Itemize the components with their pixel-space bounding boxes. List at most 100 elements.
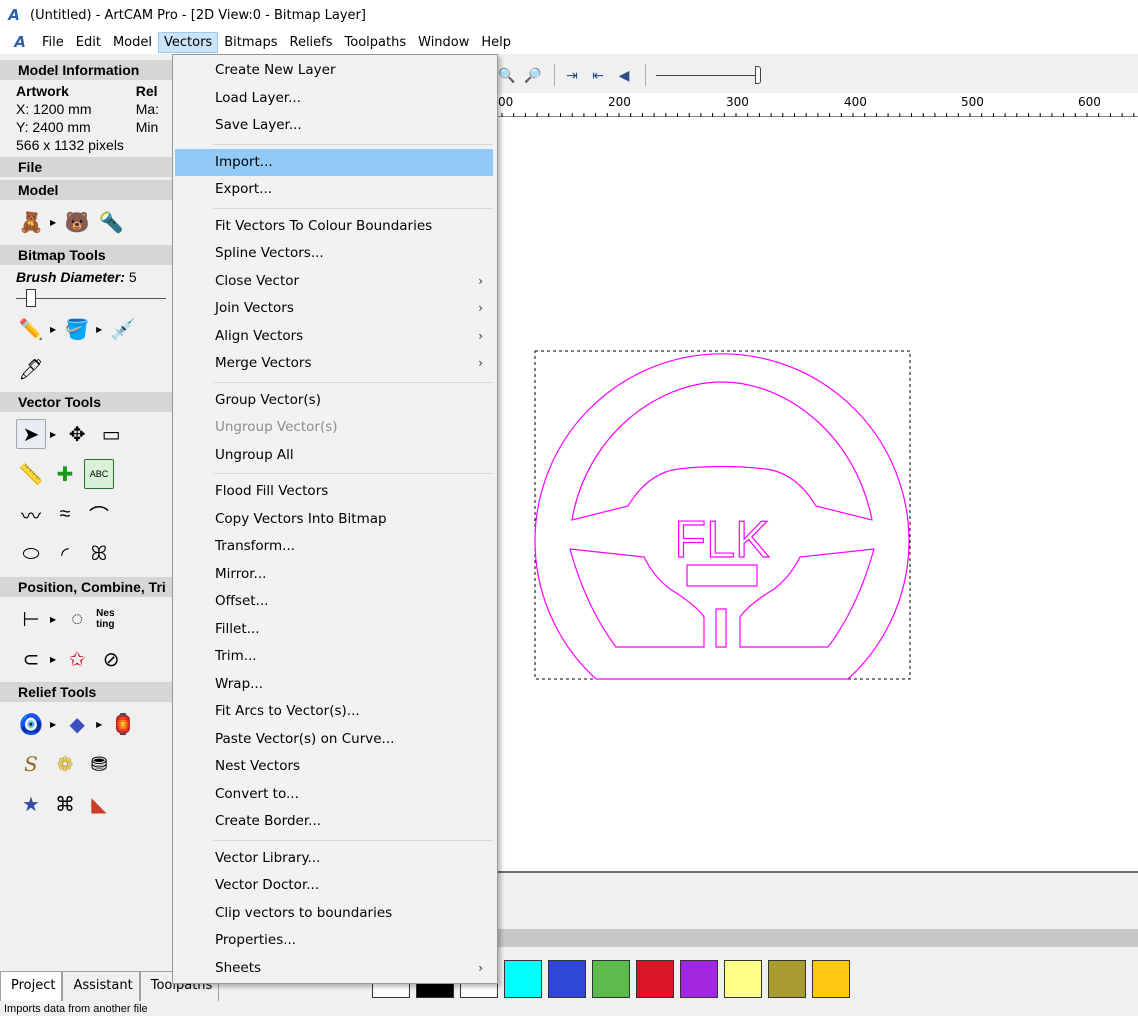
- document-logo-icon[interactable]: A: [10, 32, 30, 52]
- menu-item-transform[interactable]: Transform...: [173, 533, 497, 561]
- menu-item-group-vector-s[interactable]: Group Vector(s): [173, 387, 497, 415]
- lamp-icon[interactable]: 🔦: [96, 207, 126, 237]
- menu-item-vector-doctor[interactable]: Vector Doctor...: [173, 872, 497, 900]
- text-tool-icon[interactable]: ABC: [84, 459, 114, 489]
- colour-swatch[interactable]: [680, 960, 718, 998]
- menu-item-clip-vectors-to-boundaries[interactable]: Clip vectors to boundaries: [173, 900, 497, 928]
- menu-window[interactable]: Window: [412, 32, 475, 53]
- arc-icon[interactable]: ◜: [50, 539, 80, 569]
- menu-item-offset[interactable]: Offset...: [173, 588, 497, 616]
- feather-icon[interactable]: ◣: [84, 789, 114, 819]
- menu-toolpaths[interactable]: Toolpaths: [339, 32, 413, 53]
- shade-icon[interactable]: ◀: [613, 64, 635, 86]
- flk-logo-text[interactable]: FLK: [674, 510, 771, 569]
- wrap-icon[interactable]: ⊂: [16, 644, 46, 674]
- star-pattern-icon[interactable]: ✩: [62, 644, 92, 674]
- menu-item-mirror[interactable]: Mirror...: [173, 561, 497, 589]
- menu-item-nest-vectors[interactable]: Nest Vectors: [173, 753, 497, 781]
- paint-bucket-icon[interactable]: 🪣: [62, 314, 92, 344]
- colour-swatch[interactable]: [768, 960, 806, 998]
- paint-brush-icon[interactable]: ✏️: [16, 314, 46, 344]
- weld-icon[interactable]: ⊘: [96, 644, 126, 674]
- menu-model[interactable]: Model: [107, 32, 158, 53]
- menu-item-convert-to[interactable]: Convert to...: [173, 781, 497, 809]
- bear-relief-icon[interactable]: 🐻: [62, 207, 92, 237]
- bezier-curve-icon[interactable]: ⌒: [84, 499, 114, 529]
- page-forward-icon[interactable]: ⇥: [561, 64, 583, 86]
- teddy-bear-model-icon[interactable]: 🧸: [16, 207, 46, 237]
- expand-arrow-icon[interactable]: ▶: [96, 720, 102, 729]
- menu-item-export[interactable]: Export...: [173, 176, 497, 204]
- vector-tools-header[interactable]: Vector Tools: [0, 392, 172, 412]
- colour-swatch[interactable]: [724, 960, 762, 998]
- menu-item-fit-arcs-to-vector-s[interactable]: Fit Arcs to Vector(s)...: [173, 698, 497, 726]
- stamp-icon[interactable]: ⛃: [84, 749, 114, 779]
- menu-item-sheets[interactable]: Sheets ›: [173, 955, 497, 983]
- brush-diameter-slider[interactable]: [16, 289, 166, 309]
- smooth-vectors-icon[interactable]: ≈: [50, 499, 80, 529]
- menu-item-save-layer[interactable]: Save Layer...: [173, 112, 497, 140]
- colour-swatch[interactable]: [812, 960, 850, 998]
- menu-item-align-vectors[interactable]: Align Vectors ›: [173, 323, 497, 351]
- expand-arrow-icon[interactable]: ▶: [50, 218, 56, 227]
- celtic-knot-icon[interactable]: ❁: [50, 749, 80, 779]
- menu-item-create-new-layer[interactable]: Create New Layer: [173, 57, 497, 85]
- tab-assistant[interactable]: Assistant: [62, 971, 140, 1001]
- menu-item-wrap[interactable]: Wrap...: [173, 671, 497, 699]
- color-picker-icon[interactable]: 💉: [108, 314, 138, 344]
- menu-item-ungroup-all[interactable]: Ungroup All: [173, 442, 497, 470]
- menu-item-merge-vectors[interactable]: Merge Vectors ›: [173, 350, 497, 378]
- colour-swatch[interactable]: [636, 960, 674, 998]
- align-icon[interactable]: ⊢: [16, 604, 46, 634]
- menu-file[interactable]: File: [36, 32, 70, 53]
- rectangle-icon[interactable]: ▭: [96, 419, 126, 449]
- zoom-thumb[interactable]: [754, 66, 761, 84]
- zoom-fit-icon[interactable]: 🔎: [522, 64, 544, 86]
- expand-arrow-icon[interactable]: ▶: [50, 325, 56, 334]
- circular-array-icon[interactable]: ◌: [62, 604, 92, 634]
- menu-reliefs[interactable]: Reliefs: [284, 32, 339, 53]
- menu-vectors[interactable]: Vectors: [158, 31, 219, 53]
- position-combine-header[interactable]: Position, Combine, Tri: [0, 577, 172, 597]
- menu-item-create-border[interactable]: Create Border...: [173, 808, 497, 836]
- menu-item-properties[interactable]: Properties...: [173, 927, 497, 955]
- weave-icon[interactable]: ꕤ: [84, 539, 114, 569]
- transform-icon[interactable]: ✥: [62, 419, 92, 449]
- bitmap-tools-header[interactable]: Bitmap Tools: [0, 245, 172, 265]
- expand-arrow-icon[interactable]: ▶: [50, 720, 56, 729]
- lamp-relief-icon[interactable]: 🏮: [108, 709, 138, 739]
- menu-edit[interactable]: Edit: [70, 32, 107, 53]
- model-header[interactable]: Model: [0, 180, 172, 200]
- menu-item-import[interactable]: Import...: [175, 148, 493, 176]
- menu-help[interactable]: Help: [475, 32, 517, 53]
- relief-shape-icon[interactable]: 🧿: [16, 709, 46, 739]
- relief-tools-header[interactable]: Relief Tools: [0, 682, 172, 702]
- zoom-in-icon[interactable]: 🔍: [496, 64, 518, 86]
- menu-item-copy-vectors-into-bitmap[interactable]: Copy Vectors Into Bitmap: [173, 506, 497, 534]
- menu-bitmaps[interactable]: Bitmaps: [218, 32, 283, 53]
- menu-item-paste-vector-s-on-curve[interactable]: Paste Vector(s) on Curve...: [173, 726, 497, 754]
- menu-item-load-layer[interactable]: Load Layer...: [173, 85, 497, 113]
- nesting-icon[interactable]: Nes ting: [96, 604, 126, 634]
- tab-project[interactable]: Project: [0, 971, 63, 1001]
- drawing-canvas[interactable]: FLK: [496, 117, 1138, 871]
- menu-item-spline-vectors[interactable]: Spline Vectors...: [173, 240, 497, 268]
- tape-measure-icon[interactable]: 📏: [16, 459, 46, 489]
- zoom-slider[interactable]: [656, 64, 766, 86]
- sweep-icon[interactable]: ⌘: [50, 789, 80, 819]
- expand-arrow-icon[interactable]: ▶: [50, 655, 56, 664]
- menu-item-fit-vectors-to-colour-boundaries[interactable]: Fit Vectors To Colour Boundaries: [173, 213, 497, 241]
- slider-thumb[interactable]: [25, 289, 36, 307]
- colour-swatch[interactable]: [592, 960, 630, 998]
- expand-arrow-icon[interactable]: ▶: [96, 325, 102, 334]
- select-pointer-icon[interactable]: ➤: [16, 419, 46, 449]
- menu-item-close-vector[interactable]: Close Vector ›: [173, 268, 497, 296]
- page-back-icon[interactable]: ⇤: [587, 64, 609, 86]
- colour-swatch[interactable]: [548, 960, 586, 998]
- colour-swatch[interactable]: [504, 960, 542, 998]
- node-editing-icon[interactable]: 〰: [16, 499, 46, 529]
- pencil-icon[interactable]: 🖊: [16, 354, 46, 384]
- menu-item-trim[interactable]: Trim...: [173, 643, 497, 671]
- cylinder-icon[interactable]: ⬭: [16, 539, 46, 569]
- menu-item-flood-fill-vectors[interactable]: Flood Fill Vectors: [173, 478, 497, 506]
